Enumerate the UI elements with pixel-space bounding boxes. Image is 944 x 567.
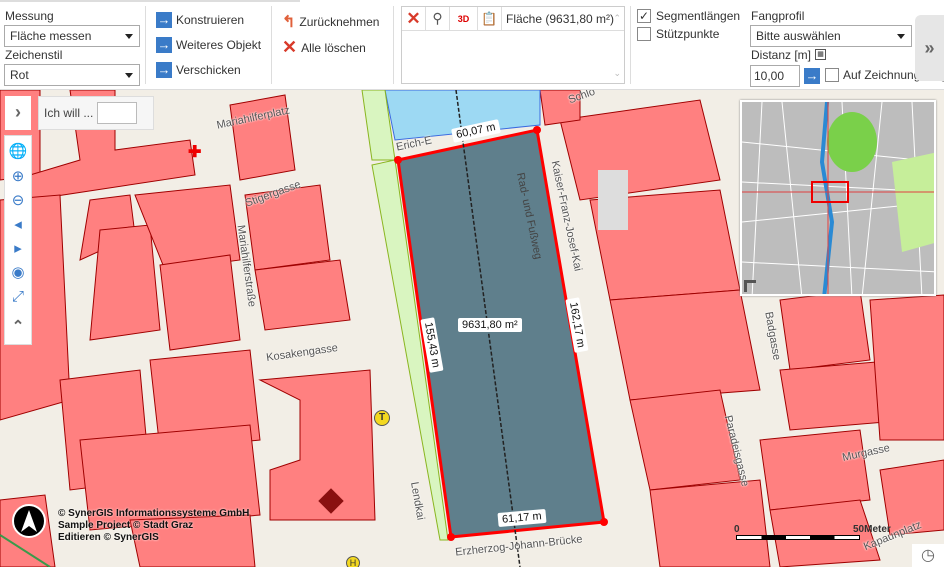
calculator-icon[interactable]: ▦ bbox=[815, 49, 826, 60]
full-extent-icon[interactable]: ⤢ bbox=[6, 284, 30, 308]
previous-extent-icon[interactable]: ◂ bbox=[6, 212, 30, 236]
north-arrow-icon bbox=[12, 504, 46, 538]
snap-label: Fangprofil bbox=[751, 9, 805, 23]
copyright-line: Editieren © SynerGIS bbox=[58, 532, 159, 543]
on-drawing-checkbox[interactable] bbox=[825, 68, 839, 82]
globe-icon[interactable]: 🌐 bbox=[6, 139, 30, 163]
divider bbox=[271, 6, 272, 84]
arrow-right-icon: → bbox=[156, 62, 172, 78]
clock-icon: ◷ bbox=[921, 547, 935, 564]
profile-3d-icon[interactable]: 3D bbox=[450, 7, 478, 30]
style-value: Rot bbox=[10, 68, 29, 82]
scale-bar bbox=[736, 535, 860, 540]
send-button[interactable]: → Verschicken bbox=[156, 62, 241, 78]
arrow-right-icon: → bbox=[156, 37, 172, 53]
toolbar: Messung Fläche messen Zeichenstil Rot → K… bbox=[0, 0, 944, 90]
vertices-label: Stützpunkte bbox=[656, 27, 720, 41]
undo-icon: ↰ bbox=[282, 14, 296, 31]
copyright: © SynerGIS Informationssysteme GmbH Samp… bbox=[58, 508, 249, 544]
clear-label: Alle löschen bbox=[301, 40, 366, 55]
overview-map[interactable] bbox=[740, 100, 936, 296]
scroll-down-icon[interactable]: ⌄ bbox=[613, 68, 621, 79]
resize-handle-icon[interactable] bbox=[744, 280, 756, 292]
divider bbox=[0, 0, 300, 2]
history-button[interactable]: ◷ bbox=[912, 544, 944, 567]
search-input[interactable] bbox=[97, 102, 138, 124]
construct-label: Konstruieren bbox=[176, 13, 245, 27]
scroll-up-icon[interactable]: ⌃ bbox=[613, 13, 621, 24]
bus-stop-icon: H bbox=[346, 556, 360, 567]
result-item: Fläche (9631,80 m²) bbox=[506, 11, 615, 26]
chevron-down-icon bbox=[897, 34, 905, 39]
vertices-checkbox[interactable] bbox=[637, 27, 651, 41]
copyright-line: © SynerGIS Informationssysteme GmbH bbox=[58, 508, 250, 519]
undo-label: Zurücknehmen bbox=[299, 15, 380, 29]
chevron-down-icon bbox=[125, 34, 133, 39]
search-panel: Ich will ... bbox=[38, 96, 154, 130]
measure-label: Messung bbox=[5, 9, 54, 23]
style-select[interactable]: Rot bbox=[4, 64, 140, 86]
scale-end-label: 50Meter bbox=[853, 524, 891, 535]
scale-start-label: 0 bbox=[734, 524, 740, 535]
divider bbox=[393, 6, 394, 84]
navigation-panel: 🌐 ⊕ ⊖ ◂ ▸ ◉ ⤢ ⌃ bbox=[4, 135, 32, 345]
clipboard-icon[interactable]: 📋 bbox=[478, 7, 502, 30]
send-label: Verschicken bbox=[176, 63, 241, 77]
zoom-in-icon[interactable]: ⊕ bbox=[6, 164, 30, 188]
copyright-line: Sample Project © Stadt Graz bbox=[58, 520, 194, 531]
segment-lengths-checkbox[interactable]: ✓ bbox=[637, 9, 651, 23]
close-icon: ✕ bbox=[282, 37, 298, 57]
zoom-to-icon[interactable]: ⚲ bbox=[426, 7, 450, 30]
snap-value: Bitte auswählen bbox=[756, 29, 841, 43]
segment-lengths-label: Segmentlängen bbox=[656, 9, 741, 23]
measure-value: Fläche messen bbox=[10, 29, 92, 43]
measure-select[interactable]: Fläche messen bbox=[4, 25, 140, 47]
search-label: Ich will ... bbox=[44, 106, 94, 120]
hospital-icon: ✚ bbox=[188, 144, 202, 161]
area-label: 9631,80 m² bbox=[458, 318, 522, 332]
distance-label: Distanz [m] bbox=[751, 48, 812, 62]
divider bbox=[145, 6, 146, 84]
arrow-right-icon: → bbox=[156, 12, 172, 28]
next-object-label: Weiteres Objekt bbox=[176, 38, 262, 52]
distance-input[interactable]: 10,00 bbox=[750, 65, 800, 87]
expand-toolbar-button[interactable]: » bbox=[915, 15, 944, 81]
snap-select[interactable]: Bitte auswählen bbox=[750, 25, 912, 47]
tram-stop-icon: T bbox=[374, 410, 390, 426]
divider bbox=[630, 6, 631, 84]
locate-icon[interactable]: ◉ bbox=[6, 260, 30, 284]
result-row[interactable]: ✕ ⚲ 3D 📋 Fläche (9631,80 m²) bbox=[402, 7, 624, 31]
chevron-up-icon[interactable]: ⌃ bbox=[6, 314, 30, 338]
next-object-button[interactable]: → Weiteres Objekt bbox=[156, 37, 261, 53]
apply-distance-button[interactable]: → bbox=[804, 68, 820, 84]
delete-icon[interactable]: ✕ bbox=[402, 7, 426, 30]
distance-value: 10,00 bbox=[754, 69, 785, 83]
overview-map-canvas bbox=[742, 102, 934, 294]
sidebar-toggle-button[interactable]: › bbox=[5, 96, 31, 130]
clear-all-button[interactable]: ✕ Alle löschen bbox=[282, 37, 366, 58]
zoom-out-icon[interactable]: ⊖ bbox=[6, 188, 30, 212]
next-extent-icon[interactable]: ▸ bbox=[6, 236, 30, 260]
map[interactable]: › Ich will ... 🌐 ⊕ ⊖ ◂ ▸ ◉ ⤢ ⌃ ✚ Mariahi… bbox=[0, 90, 944, 567]
style-label: Zeichenstil bbox=[5, 48, 63, 62]
result-list: ✕ ⚲ 3D 📋 Fläche (9631,80 m²) ⌃ ⌄ bbox=[401, 6, 625, 84]
chevron-down-icon bbox=[125, 73, 133, 78]
construct-button[interactable]: → Konstruieren bbox=[156, 12, 244, 28]
undo-button[interactable]: ↰ Zurücknehmen bbox=[282, 12, 379, 32]
